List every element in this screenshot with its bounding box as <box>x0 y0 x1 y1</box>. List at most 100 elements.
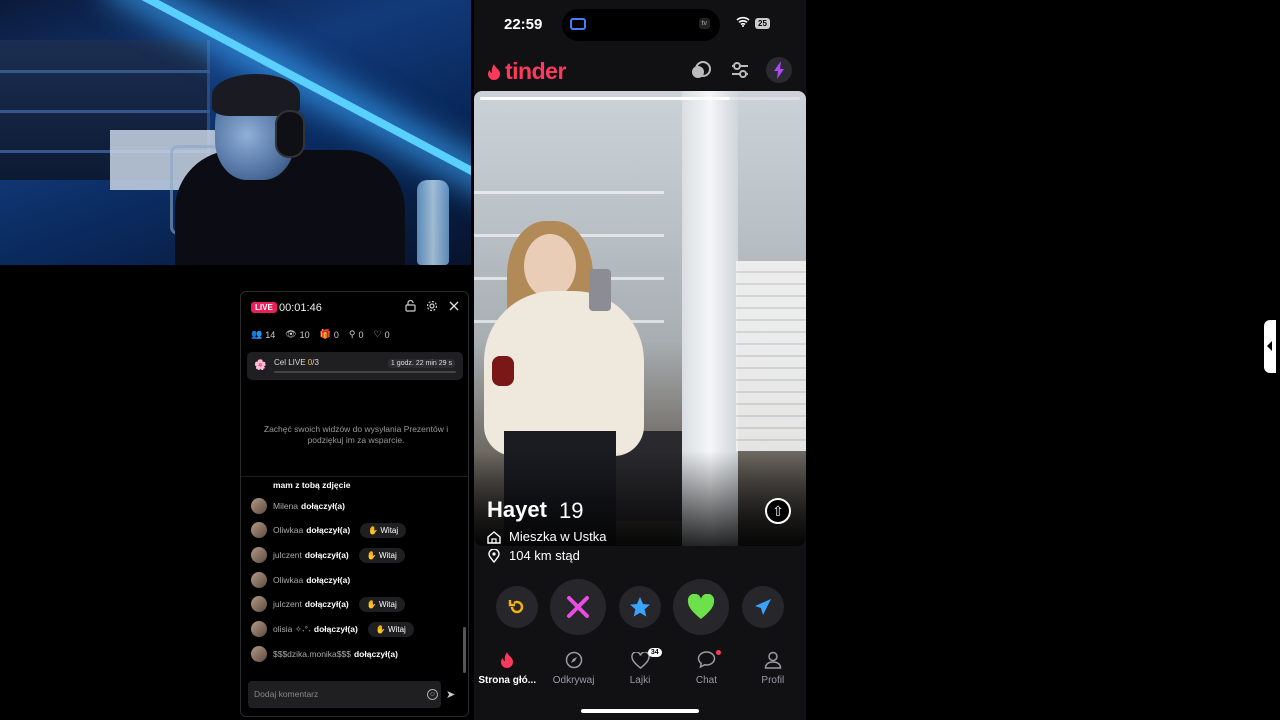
compass-icon <box>564 650 584 670</box>
flame-icon <box>497 650 517 670</box>
comment-row: Oliwkaa dołączył(a) ✋ Witaj <box>251 521 407 539</box>
goal-time-left: 1 godz. 22 min 29 s <box>387 359 455 368</box>
avatar <box>251 646 267 662</box>
lives-in-row: Mieszka w Ustka <box>487 529 607 544</box>
chat-notification-dot <box>716 650 722 655</box>
comment-input[interactable]: Dodaj komentarz <box>248 681 441 708</box>
avatar <box>251 596 267 612</box>
nav-home[interactable]: Strona głó... <box>474 650 540 700</box>
send-icon[interactable]: ➤ <box>446 688 455 701</box>
nav-likes[interactable]: 34 Lajki <box>607 648 673 700</box>
joined-label: dołączył(a) <box>301 501 345 511</box>
comment-row: julczent dołączył(a) ✋ Witaj <box>251 546 405 564</box>
nav-label: Odkrywaj <box>552 675 595 686</box>
people-icon: 👥 <box>251 329 263 339</box>
nav-chat[interactable]: Chat <box>673 650 739 700</box>
bottom-nav: Strona głó... Odkrywaj 34 Lajki Chat Pro… <box>474 648 806 700</box>
water-bottle <box>417 180 449 265</box>
wave-hand-icon: ✋ <box>366 550 379 560</box>
comment-row: olisia ✧˖°˖ dołączył(a) ✋ Witaj <box>251 620 414 638</box>
photo-progress <box>480 97 800 100</box>
profile-face <box>524 234 576 298</box>
tv-icon: tv <box>698 18 710 29</box>
double-date-icon[interactable] <box>688 57 714 83</box>
wave-button[interactable]: ✋ Witaj <box>358 596 405 612</box>
like-button[interactable] <box>673 579 729 635</box>
rewind-button[interactable] <box>496 586 538 628</box>
comment-row: julczent dołączył(a) ✋ Witaj <box>251 595 405 613</box>
divider <box>241 476 468 477</box>
commenter-name[interactable]: julczent <box>273 550 302 560</box>
super-like-button[interactable] <box>619 586 661 628</box>
profile-name: Hayet <box>487 497 547 522</box>
phone-screen: 22:59 tv 25 tinder Hayet 19 ⇧ Mieszka w … <box>474 0 806 720</box>
commenter-name[interactable]: Oliwkaa <box>273 525 303 535</box>
goal-label: Cel LIVE 0/3 <box>274 358 319 367</box>
screen-mirror-icon <box>570 18 586 30</box>
joined-label: dołączył(a) <box>313 624 358 634</box>
home-indicator[interactable] <box>581 709 699 713</box>
likes-count-badge: 34 <box>647 648 662 657</box>
side-panel-handle[interactable] <box>1264 320 1276 373</box>
commenter-name[interactable]: $$$dzika.monika$$$ <box>273 649 351 659</box>
wave-button[interactable]: ✋ Witaj <box>367 621 414 637</box>
distance-text: 104 km stąd <box>509 548 580 563</box>
wave-hand-icon: ✋ <box>368 525 381 535</box>
star-icon <box>630 597 650 617</box>
close-x-icon <box>567 596 589 618</box>
send-message-button[interactable] <box>742 586 784 628</box>
profile-phone <box>589 269 611 311</box>
settings-icon[interactable] <box>426 300 438 314</box>
gift-icon: 🎁 <box>319 329 331 339</box>
nav-profile[interactable]: Profil <box>740 650 806 700</box>
boost-icon[interactable] <box>766 57 792 83</box>
profile-card[interactable] <box>474 91 806 546</box>
partial-comment: mam z tobą zdjęcie <box>273 480 351 490</box>
location-pin-icon <box>488 548 500 563</box>
goal-gift-icon: 🌸 <box>254 360 267 371</box>
status-indicators: 25 <box>736 16 770 30</box>
avatar <box>251 522 267 538</box>
views-stat: 👁 10 <box>285 329 310 340</box>
commenter-name[interactable]: olisia ✧˖°˖ <box>273 624 311 635</box>
unlock-icon[interactable] <box>404 299 416 314</box>
flame-icon <box>488 63 500 80</box>
live-badge: LIVE <box>251 302 277 313</box>
close-icon[interactable] <box>448 300 460 314</box>
joined-label: dołączył(a) <box>304 599 349 609</box>
wave-button[interactable]: ✋ Witaj <box>360 522 407 538</box>
wave-button[interactable]: ✋ Witaj <box>358 547 405 563</box>
comment-row: Oliwkaa dołączył(a) <box>251 571 350 589</box>
user-plus-icon: ⚲ <box>348 329 356 339</box>
live-header: LIVE 00:01:46 <box>241 292 468 324</box>
commenter-name[interactable]: Oliwkaa <box>273 575 303 585</box>
live-stats: 👥 14 👁 10 🎁 0 ⚲ 0 ♡ 0 <box>251 329 390 340</box>
nope-button[interactable] <box>550 579 606 635</box>
commenter-name[interactable]: julczent <box>273 599 302 609</box>
eye-icon: 👁 <box>285 329 297 339</box>
tinder-wordmark: tinder <box>505 58 566 84</box>
wifi-icon <box>736 16 750 30</box>
comments-scrollbar[interactable] <box>463 627 466 673</box>
avatar <box>251 547 267 563</box>
rewind-icon <box>508 600 524 614</box>
person-icon <box>763 650 783 670</box>
tinder-logo[interactable]: tinder <box>487 58 566 85</box>
dynamic-island[interactable]: tv <box>562 9 720 41</box>
nav-label: Profil <box>761 675 785 686</box>
nav-discover[interactable]: Odkrywaj <box>540 650 606 700</box>
joined-label: dołączył(a) <box>306 525 351 535</box>
heart-icon: ♡ <box>373 329 382 339</box>
joined-label: dołączył(a) <box>353 649 398 659</box>
chat-bubble-icon <box>696 650 716 670</box>
heart-outline-icon <box>630 650 650 670</box>
emoji-icon[interactable]: ☺ <box>427 689 438 700</box>
commenter-name[interactable]: Milena <box>273 501 298 511</box>
profile-bag <box>492 356 514 386</box>
nav-label: Lajki <box>629 675 651 686</box>
house-icon <box>487 530 501 544</box>
expand-profile-button[interactable]: ⇧ <box>765 498 791 524</box>
live-goal[interactable]: 🌸 Cel LIVE 0/3 1 godz. 22 min 29 s <box>247 352 463 380</box>
gifts-stat: 🎁 0 <box>319 329 339 340</box>
filters-icon[interactable] <box>727 57 753 83</box>
